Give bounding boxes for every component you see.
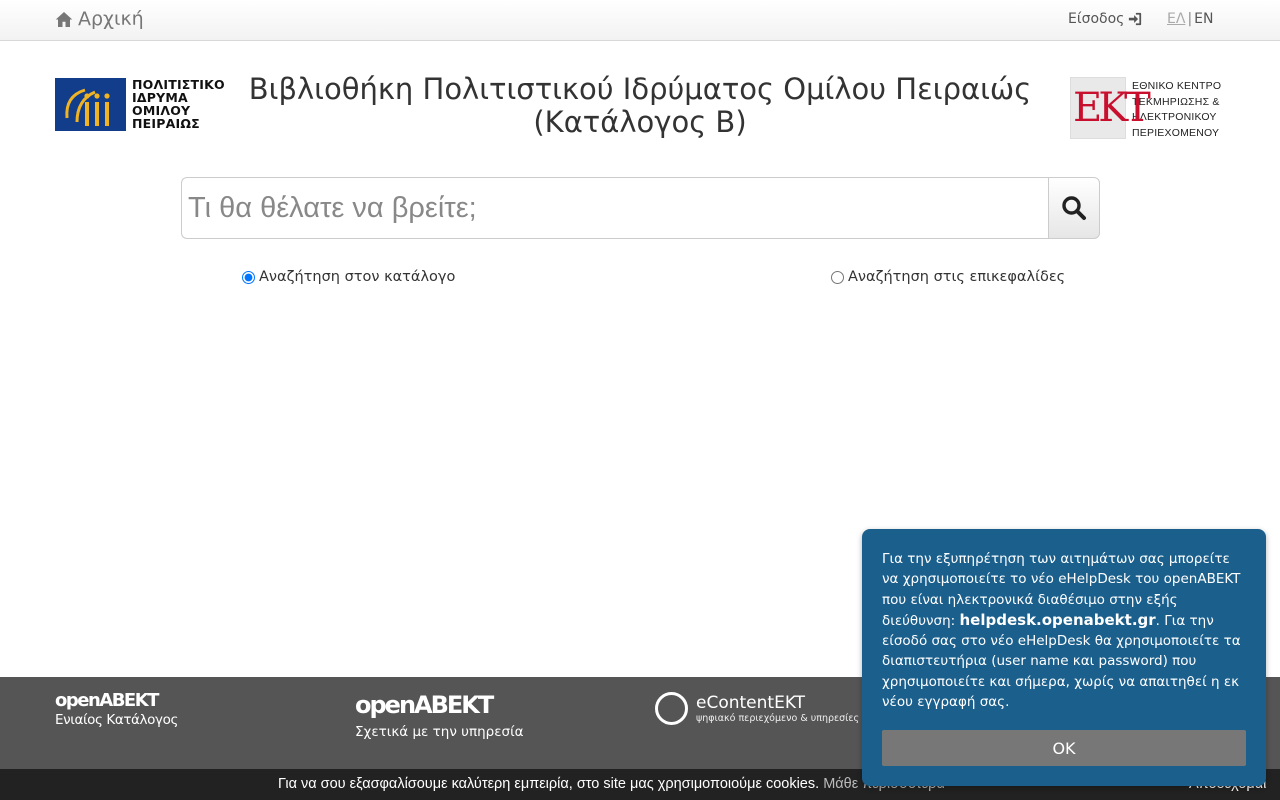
- search-button[interactable]: [1048, 177, 1100, 239]
- search-icon: [1062, 196, 1086, 220]
- search-headings-radio[interactable]: [831, 270, 844, 284]
- search-bar: [181, 177, 1100, 239]
- search-catalog-radio[interactable]: [242, 270, 255, 284]
- ekt-logo-letters: EKT: [1073, 85, 1151, 131]
- home-link[interactable]: Αρχική: [55, 8, 144, 30]
- footer-econtent-link[interactable]: eContentEKT ψηφιακό περιεχόμενο & υπηρεσ…: [655, 692, 859, 725]
- footer-col3-brand: eContentEKT: [696, 693, 859, 713]
- home-icon: [55, 11, 73, 27]
- footer-union-catalog-link[interactable]: openABEKT Ενιαίος Κατάλογος: [55, 690, 178, 729]
- lang-en-link[interactable]: EN: [1194, 11, 1213, 27]
- footer-col1-sub: Ενιαίος Κατάλογος: [55, 712, 178, 728]
- search-catalog-option[interactable]: Αναζήτηση στον κατάλογο: [242, 269, 455, 285]
- logo-left-line: ΠΕΙΡΑΙΩΣ: [132, 116, 200, 131]
- search-headings-option[interactable]: Αναζήτηση στις επικεφαλίδες: [831, 269, 1065, 285]
- top-navbar: Αρχική Είσοδος ΕΛ | EN: [0, 0, 1280, 41]
- page-title-line1: Βιβλιοθήκη Πολιτιστικού Ιδρύματος Ομίλου…: [248, 72, 1032, 106]
- econtent-brand-a: eContent: [696, 693, 775, 713]
- helpdesk-popup: Για την εξυπηρέτηση των αιτημάτων σας μπ…: [862, 529, 1266, 786]
- lang-el-link[interactable]: ΕΛ: [1167, 11, 1185, 27]
- econtent-brand-b: EKT: [774, 693, 806, 713]
- helpdesk-popup-text: Για την εξυπηρέτηση των αιτημάτων σας μπ…: [882, 549, 1248, 712]
- piraeus-foundation-logo-mark: [55, 78, 126, 131]
- login-link-label: Είσοδος: [1068, 11, 1125, 27]
- econtent-ring-icon: [655, 692, 688, 725]
- footer-col3-tag: ψηφιακό περιεχόμενο & υπηρεσίες: [696, 713, 860, 724]
- login-link[interactable]: Είσοδος: [1068, 11, 1142, 27]
- search-headings-label: Αναζήτηση στις επικεφαλίδες: [848, 269, 1066, 285]
- page-title-line2: (Κατάλογος Β): [533, 105, 747, 139]
- piraeus-foundation-logo-text: ΠΟΛΙΤΙΣΤΙΚΟ ΙΔΡΥΜΑ ΟΜΙΛΟΥ ΠΕΙΡΑΙΩΣ: [132, 78, 225, 132]
- footer-about-link[interactable]: openABEKT Σχετικά με την υπηρεσία: [355, 691, 524, 740]
- ekt-logo-mark: EKT: [1070, 77, 1151, 139]
- ekt-logo[interactable]: EKT ΕΘΝΙΚΟ ΚΕΝΤΡΟ ΤΕΚΜΗΡΙΩΣΗΣ & ΗΛΕΚΤΡΟΝ…: [1070, 77, 1230, 139]
- language-switcher: ΕΛ | EN: [1167, 11, 1213, 27]
- search-catalog-label: Αναζήτηση στον κατάλογο: [259, 269, 456, 285]
- footer-col1-brand: openABEKT: [55, 690, 159, 711]
- popup-ok-button[interactable]: OK: [882, 730, 1246, 766]
- home-link-label: Αρχική: [78, 8, 144, 30]
- piraeus-foundation-logo[interactable]: ΠΟΛΙΤΙΣΤΙΚΟ ΙΔΡΥΜΑ ΟΜΙΛΟΥ ΠΕΙΡΑΙΩΣ: [55, 78, 227, 132]
- footer-col2-sub: Σχετικά με την υπηρεσία: [355, 724, 524, 740]
- lang-separator: |: [1187, 11, 1193, 27]
- cookie-text-wrap: Για να σου εξασφαλίσουμε καλύτερη εμπειρ…: [278, 776, 945, 792]
- page-title: Βιβλιοθήκη Πολιτιστικού Ιδρύματος Ομίλου…: [240, 73, 1040, 139]
- helpdesk-url: helpdesk.openabekt.gr: [959, 610, 1156, 629]
- footer-col2-brand: openABEKT: [355, 691, 494, 719]
- cookie-text: Για να σου εξασφαλίσουμε καλύτερη εμπειρ…: [278, 776, 820, 792]
- sign-in-icon: [1129, 12, 1142, 26]
- search-input[interactable]: [181, 177, 1048, 239]
